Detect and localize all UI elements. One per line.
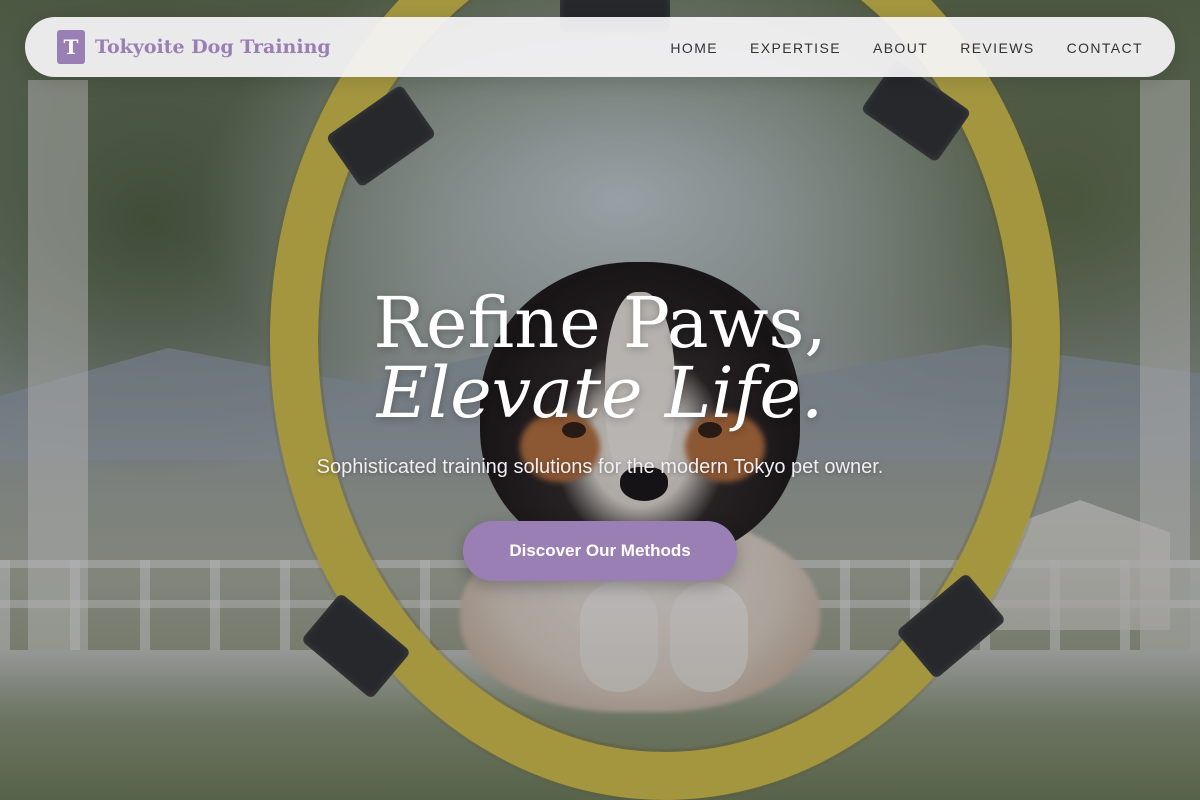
nav-item: ABOUT	[873, 38, 928, 57]
discover-methods-button[interactable]: Discover Our Methods	[463, 521, 737, 581]
nav-link-reviews[interactable]: REVIEWS	[960, 40, 1034, 56]
nav-link-contact[interactable]: CONTACT	[1067, 40, 1143, 56]
nav-link-home[interactable]: HOME	[670, 40, 718, 56]
top-navigation-bar: T Tokyoite Dog Training HOME EXPERTISE A…	[25, 17, 1175, 77]
nav-link-expertise[interactable]: EXPERTISE	[750, 40, 841, 56]
hero-section: Refine Paws, Elevate Life. Sophisticated…	[0, 288, 1200, 581]
brand-logo-link[interactable]: T Tokyoite Dog Training	[57, 30, 331, 64]
nav-link-about[interactable]: ABOUT	[873, 40, 928, 56]
nav-item: EXPERTISE	[750, 38, 841, 57]
brand-logo-icon: T	[57, 30, 85, 64]
nav-item: HOME	[670, 38, 718, 57]
hero-headline-line2: Elevate Life.	[376, 352, 824, 434]
nav-item: CONTACT	[1067, 38, 1143, 57]
hero-subtitle: Sophisticated training solutions for the…	[316, 456, 884, 478]
hero-headline: Refine Paws, Elevate Life.	[0, 288, 1200, 428]
nav-item: REVIEWS	[960, 38, 1034, 57]
brand-name: Tokyoite Dog Training	[95, 36, 331, 58]
nav-menu: HOME EXPERTISE ABOUT REVIEWS CONTACT	[670, 38, 1143, 57]
